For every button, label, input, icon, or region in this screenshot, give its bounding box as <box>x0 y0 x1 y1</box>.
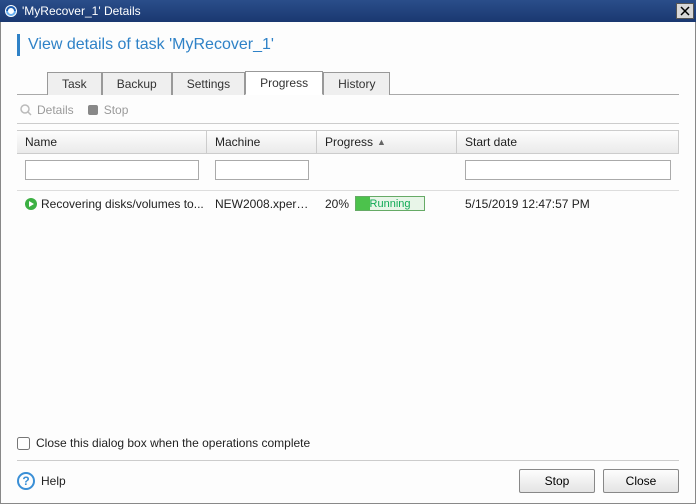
toolbar-details: Details <box>19 103 74 117</box>
toolbar-details-label: Details <box>37 103 74 117</box>
col-header-progress[interactable]: Progress ▲ <box>317 131 457 154</box>
toolbar-stop-label: Stop <box>104 103 129 117</box>
row-percent: 20% <box>325 197 349 211</box>
page-title: View details of task 'MyRecover_1' <box>28 36 274 54</box>
tab-backup[interactable]: Backup <box>102 72 172 95</box>
filter-name-input[interactable] <box>25 160 199 180</box>
stop-icon <box>86 103 100 117</box>
help-label: Help <box>41 474 66 488</box>
stop-button[interactable]: Stop <box>519 469 595 493</box>
window-title: 'MyRecover_1' Details <box>22 4 676 18</box>
help-link[interactable]: ? Help <box>17 472 66 490</box>
grid-filter-row <box>17 154 679 191</box>
col-header-progress-label: Progress <box>325 135 373 149</box>
grid-body: Recovering disks/volumes to... NEW2008.x… <box>17 191 679 216</box>
row-progress: 20% Running <box>317 196 457 211</box>
magnifier-icon <box>19 103 33 117</box>
tab-progress[interactable]: Progress <box>245 71 323 95</box>
progress-grid: Name Machine Progress ▲ Start date Recov… <box>17 130 679 216</box>
col-header-start[interactable]: Start date <box>457 131 679 154</box>
running-icon <box>25 198 37 210</box>
sort-ascending-icon: ▲ <box>377 137 386 147</box>
close-on-complete-label: Close this dialog box when the operation… <box>36 436 310 450</box>
toolbar: Details Stop <box>17 97 679 124</box>
tab-history[interactable]: History <box>323 72 390 95</box>
app-icon <box>4 4 18 18</box>
close-on-complete-option[interactable]: Close this dialog box when the operation… <box>17 432 679 460</box>
progress-status: Running <box>356 198 424 210</box>
row-name: Recovering disks/volumes to... <box>41 197 204 211</box>
table-row[interactable]: Recovering disks/volumes to... NEW2008.x… <box>17 191 679 216</box>
filter-start-input[interactable] <box>465 160 671 180</box>
titlebar: 'MyRecover_1' Details <box>0 0 696 22</box>
footer: ? Help Stop Close <box>17 460 679 493</box>
toolbar-stop: Stop <box>86 103 129 117</box>
close-button[interactable]: Close <box>603 469 679 493</box>
col-header-name[interactable]: Name <box>17 131 207 154</box>
page-header: View details of task 'MyRecover_1' <box>17 34 679 56</box>
row-machine: NEW2008.xperts... <box>207 197 317 211</box>
row-start: 5/15/2019 12:47:57 PM <box>457 197 679 211</box>
progress-bar: Running <box>355 196 425 211</box>
filter-machine-input[interactable] <box>215 160 309 180</box>
accent-bar <box>17 34 20 56</box>
tab-settings[interactable]: Settings <box>172 72 245 95</box>
col-header-machine[interactable]: Machine <box>207 131 317 154</box>
tab-task[interactable]: Task <box>47 72 102 95</box>
tab-strip: Task Backup Settings Progress History <box>47 70 679 94</box>
close-icon[interactable] <box>676 3 694 19</box>
grid-header: Name Machine Progress ▲ Start date <box>17 131 679 154</box>
help-icon: ? <box>17 472 35 490</box>
close-on-complete-checkbox[interactable] <box>17 437 30 450</box>
